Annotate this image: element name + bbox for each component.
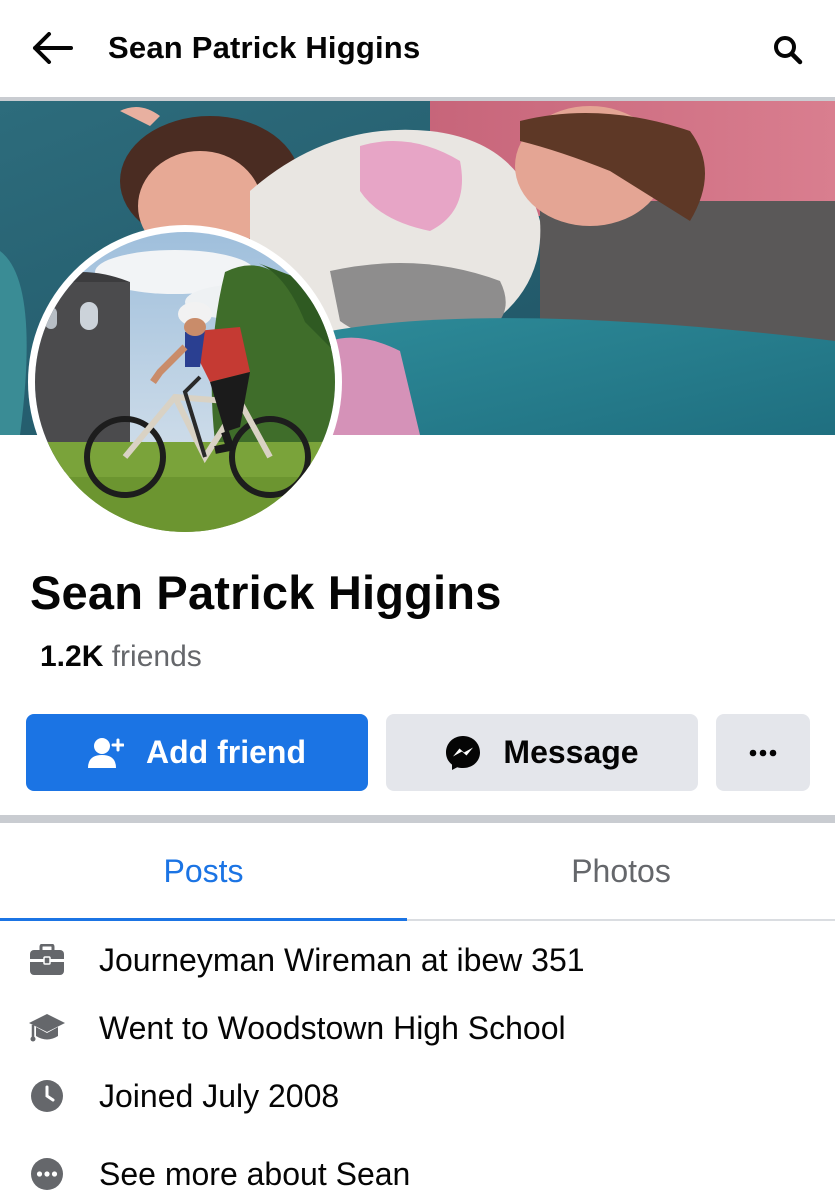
intro-text-education: Went to Woodstown High School — [99, 1010, 566, 1046]
message-label: Message — [503, 734, 639, 770]
intro-text-see-more: See more about Sean — [99, 1156, 411, 1192]
intro-item-joined: Joined July 2008 — [0, 1070, 835, 1120]
friends-count-label: friends — [111, 640, 202, 673]
search-button[interactable] — [766, 28, 810, 72]
clock-icon — [28, 1079, 66, 1113]
briefcase-icon — [28, 943, 66, 977]
message-button[interactable]: Message — [386, 714, 698, 791]
more-dots-icon — [28, 1157, 66, 1191]
intro-item-work: Journeyman Wireman at ibew 351 — [0, 934, 835, 984]
friends-count[interactable]: 1.2K friends — [40, 638, 202, 676]
tab-posts[interactable]: Posts — [0, 823, 407, 919]
profile-photo[interactable] — [28, 225, 342, 539]
intro-item-see-more[interactable]: See more about Sean — [0, 1148, 835, 1198]
intro-item-education: Went to Woodstown High School — [0, 1002, 835, 1052]
active-tab-indicator — [0, 918, 407, 921]
ellipsis-icon — [749, 749, 777, 756]
more-options-button[interactable] — [716, 714, 810, 791]
messenger-icon — [445, 735, 481, 771]
tab-photos[interactable]: Photos — [407, 823, 835, 919]
tabs-border — [407, 919, 835, 921]
friends-count-value: 1.2K — [40, 640, 104, 673]
top-bar: Sean Patrick Higgins — [0, 0, 835, 97]
back-button[interactable] — [28, 28, 76, 68]
profile-tabs: Posts Photos — [0, 823, 835, 921]
page-title: Sean Patrick Higgins — [108, 30, 421, 65]
arrow-left-icon — [33, 32, 73, 64]
add-friend-button[interactable]: Add friend — [26, 714, 368, 791]
search-icon — [774, 36, 803, 65]
section-divider — [0, 815, 835, 823]
add-friend-label: Add friend — [146, 734, 306, 770]
profile-photo-image — [35, 232, 335, 532]
intro-text-work: Journeyman Wireman at ibew 351 — [99, 942, 585, 978]
profile-name: Sean Patrick Higgins — [30, 566, 502, 619]
avatar — [35, 232, 335, 532]
graduation-cap-icon — [28, 1011, 66, 1045]
add-person-icon — [88, 737, 124, 769]
intro-text-joined: Joined July 2008 — [99, 1078, 340, 1114]
